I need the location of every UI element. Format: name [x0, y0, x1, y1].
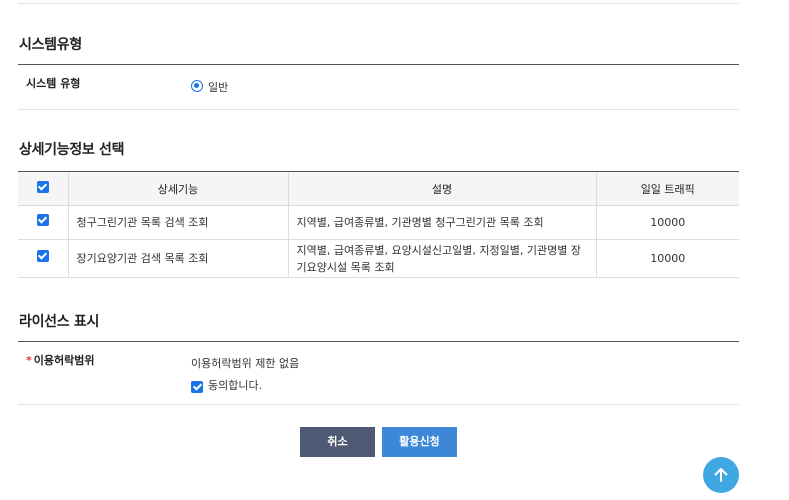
column-header-traffic: 일일 트래픽: [595, 171, 739, 206]
system-type-row: 시스템 유형 일반: [18, 64, 739, 110]
system-type-label: 시스템 유형: [26, 77, 81, 90]
feature-name: 청구그린기관 목록 검색 조회: [67, 205, 288, 240]
license-section-title: 라이선스 표시: [19, 314, 100, 330]
system-type-section-title: 시스템유형: [19, 37, 82, 53]
agree-checkbox[interactable]: [191, 381, 203, 393]
license-label: * 이용허락범위: [26, 352, 95, 368]
required-mark: *: [26, 354, 32, 367]
column-header-description: 설명: [287, 171, 596, 206]
select-all-cell: [18, 171, 68, 206]
apply-button[interactable]: 활용신청: [382, 427, 457, 457]
table-row: 장기요양기관 검색 목록 조회 지역별, 급여종류별, 요양시설신고일별, 지정…: [18, 239, 739, 278]
system-type-radio-general[interactable]: [191, 80, 203, 92]
feature-description: 지역별, 급여종류별, 기관명별 청구그린기관 목록 조회: [287, 205, 596, 240]
select-all-checkbox[interactable]: [36, 181, 49, 193]
detail-section-title: 상세기능정보 선택: [19, 142, 125, 158]
license-label-text: 이용허락범위: [33, 354, 95, 367]
column-header-feature: 상세기능: [67, 171, 288, 206]
feature-description: 지역별, 급여종류별, 요양시설신고일별, 지정일별, 기관명별 장기요양시설 …: [287, 239, 596, 278]
row-checkbox[interactable]: [36, 214, 49, 226]
row-checkbox-cell: [18, 205, 68, 240]
license-row: * 이용허락범위 이용허락범위 제한 없음 동의합니다.: [18, 341, 739, 405]
detail-feature-table: 상세기능 설명 일일 트래픽 청구그린기관 목록 검색 조회 지역별, 급여종류…: [18, 171, 739, 278]
license-value: 이용허락범위 제한 없음: [191, 357, 300, 370]
feature-name: 장기요양기관 검색 목록 조회: [67, 239, 288, 278]
agree-label[interactable]: 동의합니다.: [208, 377, 262, 393]
table-row: 청구그린기관 목록 검색 조회 지역별, 급여종류별, 기관명별 청구그린기관 …: [18, 205, 739, 240]
row-checkbox-cell: [18, 239, 68, 278]
top-divider: [18, 3, 739, 4]
cancel-button[interactable]: 취소: [300, 427, 375, 457]
scroll-top-button[interactable]: [703, 457, 739, 493]
feature-traffic: 10000: [595, 205, 739, 240]
row-checkbox[interactable]: [36, 250, 49, 262]
arrow-up-icon: [714, 468, 728, 482]
feature-traffic: 10000: [595, 239, 739, 278]
system-type-option-label[interactable]: 일반: [208, 79, 228, 95]
